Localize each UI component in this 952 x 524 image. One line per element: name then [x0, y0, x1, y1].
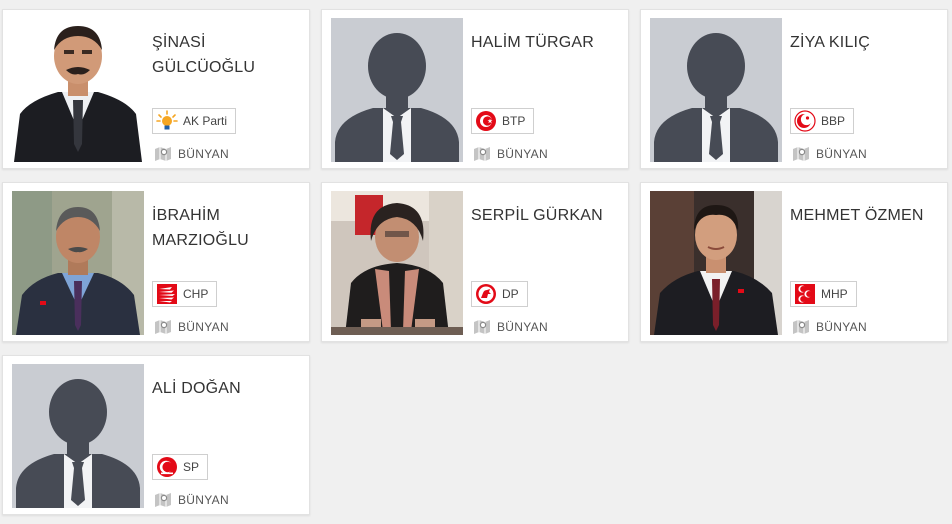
location-text: BÜNYAN	[178, 147, 229, 161]
party-name: BTP	[502, 114, 526, 128]
candidate-name: SERPİL GÜRKAN	[471, 207, 603, 224]
candidate-photo-placeholder	[12, 364, 144, 508]
candidate-photo-placeholder	[650, 18, 782, 162]
party-name: MHP	[821, 287, 848, 301]
party-badge[interactable]: SP	[152, 454, 209, 480]
candidate-photo-placeholder	[331, 18, 463, 162]
location-label: BÜNYAN	[154, 492, 229, 508]
candidate-photo	[12, 191, 144, 335]
candidate-card[interactable]: ALİ DOĞAN SP BÜNYAN	[2, 355, 310, 515]
map-icon	[155, 147, 171, 161]
location-label: BÜNYAN	[473, 146, 548, 162]
location-text: BÜNYAN	[816, 320, 867, 334]
location-text: BÜNYAN	[497, 147, 548, 161]
location-text: BÜNYAN	[178, 493, 229, 507]
akp-bulb-icon	[156, 110, 178, 130]
candidate-photo	[12, 18, 144, 162]
party-badge[interactable]: BBP	[790, 108, 855, 134]
map-icon	[793, 320, 809, 334]
candidate-name: ZİYA KILIÇ	[790, 34, 870, 51]
map-icon	[474, 320, 490, 334]
party-badge[interactable]: CHP	[152, 281, 218, 307]
party-name: CHP	[183, 287, 209, 301]
candidate-card[interactable]: HALİM TÜRGAR BTP BÜNYAN	[321, 9, 629, 169]
map-icon	[155, 320, 171, 334]
candidate-name: MEHMET ÖZMEN	[790, 207, 924, 224]
party-name: BBP	[821, 114, 846, 128]
candidate-card[interactable]: İBRAHİM MARZIOĞLU CHP BÜNYAN	[2, 182, 310, 342]
location-label: BÜNYAN	[792, 146, 867, 162]
dp-horse-icon	[476, 284, 496, 304]
location-text: BÜNYAN	[816, 147, 867, 161]
candidate-grid: ŞİNASİ GÜLCÜOĞLU AK Parti BÜNYAN HALİM T…	[0, 0, 952, 524]
party-badge[interactable]: AK Parti	[152, 108, 237, 134]
location-label: BÜNYAN	[154, 146, 229, 162]
party-badge[interactable]: MHP	[790, 281, 857, 307]
map-icon	[793, 147, 809, 161]
party-name: SP	[183, 460, 200, 474]
candidate-card[interactable]: SERPİL GÜRKAN DP BÜNYAN	[321, 182, 629, 342]
map-icon	[474, 147, 490, 161]
party-badge[interactable]: DP	[471, 281, 528, 307]
bbp-logo-icon	[794, 110, 816, 132]
candidate-card[interactable]: MEHMET ÖZMEN MHP BÜNYAN	[640, 182, 948, 342]
btp-logo-icon	[476, 111, 496, 131]
location-text: BÜNYAN	[178, 320, 229, 334]
sp-logo-icon	[157, 457, 177, 477]
party-badge[interactable]: BTP	[471, 108, 535, 134]
location-label: BÜNYAN	[154, 319, 229, 335]
map-icon	[155, 493, 171, 507]
chp-arrows-icon	[157, 284, 177, 304]
candidate-card[interactable]: ZİYA KILIÇ BBP BÜNYAN	[640, 9, 948, 169]
mhp-crescents-icon	[795, 284, 815, 304]
party-name: AK Parti	[183, 114, 228, 128]
location-label: BÜNYAN	[792, 319, 867, 335]
candidate-card[interactable]: ŞİNASİ GÜLCÜOĞLU AK Parti BÜNYAN	[2, 9, 310, 169]
candidate-name: İBRAHİM MARZIOĞLU	[152, 207, 249, 249]
candidate-photo	[331, 191, 463, 335]
location-label: BÜNYAN	[473, 319, 548, 335]
candidate-name: HALİM TÜRGAR	[471, 34, 595, 51]
party-name: DP	[502, 287, 519, 301]
candidate-photo	[650, 191, 782, 335]
candidate-name: ALİ DOĞAN	[152, 380, 241, 397]
location-text: BÜNYAN	[497, 320, 548, 334]
candidate-name: ŞİNASİ GÜLCÜOĞLU	[152, 34, 256, 76]
